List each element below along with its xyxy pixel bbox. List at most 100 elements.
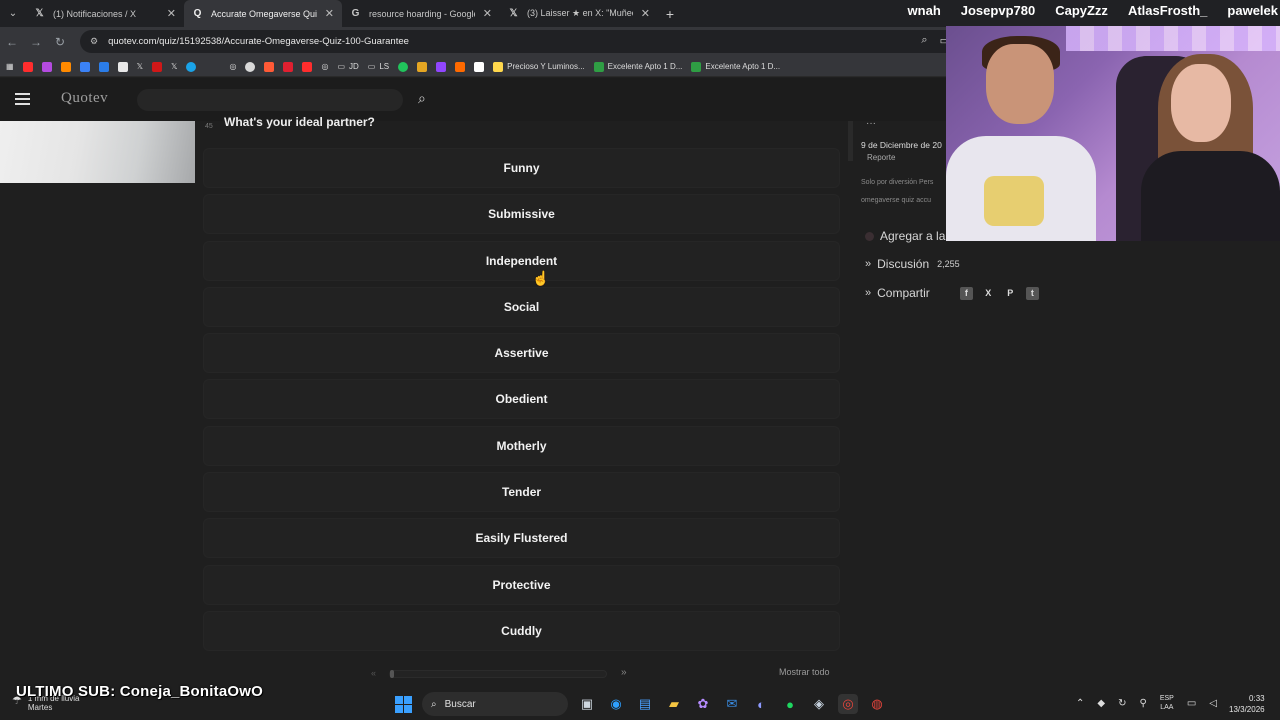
answer-option[interactable]: Tender	[203, 472, 840, 513]
close-icon[interactable]: ✕	[325, 7, 334, 20]
next-page-icon[interactable]: »	[621, 667, 627, 678]
show-all-link[interactable]: Mostrar todo	[779, 667, 830, 677]
chevron-up-icon[interactable]: ⌃	[1076, 698, 1084, 709]
bookmark-favicon-icon[interactable]	[264, 61, 275, 72]
facebook-icon[interactable]: f	[959, 286, 973, 300]
close-icon[interactable]: ✕	[641, 7, 650, 20]
answer-option[interactable]: Social	[203, 286, 840, 327]
apps-grid-icon[interactable]: ▦	[6, 62, 14, 71]
copilot-icon[interactable]: ✿	[693, 694, 713, 714]
answer-option[interactable]: Motherly	[203, 425, 840, 466]
file-explorer-icon[interactable]: ▰	[664, 694, 684, 714]
discussion-link[interactable]: » Discusión 2,255	[865, 257, 960, 271]
report-link[interactable]: Reporte	[867, 153, 895, 162]
pinterest-icon[interactable]: P	[1004, 287, 1017, 300]
progress-scrubber[interactable]	[389, 670, 607, 678]
share-label[interactable]: Compartir	[877, 286, 930, 300]
chrome-icon[interactable]: ◎	[838, 694, 858, 714]
taskbar-search[interactable]: ⌕ Buscar	[422, 692, 568, 716]
bookmark-favicon-icon[interactable]	[398, 61, 409, 72]
bookmark-folder[interactable]: ▭ LS	[368, 62, 389, 71]
bookmark-favicon-icon[interactable]	[417, 61, 428, 72]
windows-start-icon[interactable]	[393, 694, 413, 714]
bookmark-favicon-icon[interactable]	[245, 61, 256, 72]
reload-icon[interactable]: ↻	[48, 35, 72, 49]
bookmark-favicon-icon[interactable]	[117, 61, 128, 72]
more-options-icon[interactable]: ···	[866, 118, 876, 129]
steam-icon[interactable]: ◈	[809, 694, 829, 714]
language-indicator[interactable]: ESP LAA	[1160, 694, 1174, 712]
bookmark-favicon-icon[interactable]	[60, 61, 71, 72]
ticker-name: pawelek	[1227, 2, 1278, 18]
bookmark-favicon-icon[interactable]	[455, 61, 466, 72]
edge-icon[interactable]: ◉	[606, 694, 626, 714]
prev-page-icon[interactable]: «	[371, 668, 376, 678]
tag-list[interactable]: omegaverse quiz accu	[861, 197, 931, 204]
quotev-logo[interactable]: Quotev	[61, 90, 108, 107]
add-to-list-link[interactable]: Agregar a la	[865, 229, 945, 243]
scrubber-handle[interactable]	[390, 670, 394, 678]
bookmark-favicon-icon[interactable]	[186, 61, 197, 72]
mail-icon[interactable]: ✉	[722, 694, 742, 714]
hamburger-menu-icon[interactable]	[15, 93, 30, 108]
back-arrow-icon[interactable]: ←	[0, 35, 24, 49]
close-icon[interactable]: ✕	[483, 7, 492, 20]
bookmark-favicon-icon[interactable]	[152, 61, 163, 72]
quiz-question-area: 45 What's your ideal partner? Funny Subm…	[203, 115, 840, 681]
twitch-icon[interactable]	[436, 61, 447, 72]
spotify-icon[interactable]: ●	[780, 694, 800, 714]
discord-icon[interactable]: ◐	[751, 694, 771, 714]
close-icon[interactable]: ✕	[167, 7, 176, 20]
tab-list-chevron-icon[interactable]: ⌄	[0, 0, 26, 27]
search-icon[interactable]: ⌕	[418, 90, 426, 107]
answer-option[interactable]: Funny	[203, 148, 840, 188]
answer-option[interactable]: Protective	[203, 564, 840, 605]
tag-list[interactable]: Solo por diversión Pers	[861, 179, 933, 186]
browser-tab[interactable]: 𝕏 (3) Laisser ★ en X: "Muñecos d ✕	[500, 0, 658, 27]
tray-app-icon[interactable]: ↻	[1118, 698, 1126, 709]
url-bar[interactable]: ⚙ quotev.com/quiz/15192538/Accurate-Omeg…	[80, 30, 960, 53]
answer-option[interactable]: Obedient	[203, 379, 840, 420]
speaker-icon[interactable]: ◁	[1209, 698, 1217, 709]
youtube-icon[interactable]	[302, 61, 313, 72]
store-icon[interactable]: ▤	[635, 694, 655, 714]
bookmark-link[interactable]: Precioso Y Luminos...	[493, 61, 585, 72]
tray-app-icon[interactable]: ◆	[1097, 698, 1105, 709]
answer-option[interactable]: Submissive	[203, 194, 840, 235]
bookmark-favicon-icon[interactable]	[474, 61, 485, 72]
bookmark-favicon-icon[interactable]	[41, 61, 52, 72]
bookmark-favicon-icon[interactable]	[283, 61, 294, 72]
bookmark-folder[interactable]: ▭ JD	[337, 62, 358, 71]
answer-option[interactable]: Cuddly	[203, 610, 840, 651]
bookmark-favicon-icon	[593, 61, 604, 72]
browser-tab[interactable]: 𝕏 (1) Notificaciones / X ✕	[26, 0, 184, 27]
site-search-input[interactable]	[137, 89, 403, 111]
streamer-2-face	[1171, 64, 1231, 142]
new-tab-plus-icon[interactable]: +	[658, 6, 682, 22]
network-icon[interactable]: ▭	[1187, 698, 1196, 709]
x-logo-icon[interactable]: 𝕏	[137, 62, 143, 71]
answer-option[interactable]: Easily Flustered	[203, 518, 840, 559]
task-view-icon[interactable]: ▣	[577, 694, 597, 714]
microphone-icon[interactable]: ⚲	[1139, 698, 1146, 709]
youtube-icon[interactable]	[22, 61, 33, 72]
x-logo-icon[interactable]: 𝕏	[171, 62, 177, 71]
x-logo-icon[interactable]: X	[982, 287, 995, 300]
bookmark-favicon-icon[interactable]	[98, 61, 109, 72]
tumblr-icon[interactable]: t	[1025, 286, 1039, 300]
site-info-icon[interactable]: ⚙	[90, 36, 98, 47]
globe-icon[interactable]: ◎	[321, 62, 328, 71]
zoom-icon[interactable]: ⌕	[921, 34, 927, 47]
bookmark-link[interactable]: Excelente Apto 1 D...	[691, 61, 780, 72]
bookmark-link[interactable]: Excelente Apto 1 D...	[593, 61, 682, 72]
answer-option[interactable]: Assertive	[203, 333, 840, 374]
globe-icon[interactable]: ◎	[229, 62, 236, 71]
obs-icon[interactable]: ◍	[867, 694, 887, 714]
browser-tab-active[interactable]: Q Accurate Omegaverse Quiz - 10 ✕	[184, 0, 342, 27]
forward-arrow-icon[interactable]: →	[24, 35, 48, 49]
answer-option[interactable]: Independent	[203, 240, 840, 281]
browser-tab[interactable]: G resource hoarding - Google Se ✕	[342, 0, 500, 27]
sidebar-divider	[848, 121, 853, 161]
taskbar-clock[interactable]: 0:33 13/3/2026	[1229, 693, 1265, 715]
bookmark-favicon-icon[interactable]	[79, 61, 90, 72]
